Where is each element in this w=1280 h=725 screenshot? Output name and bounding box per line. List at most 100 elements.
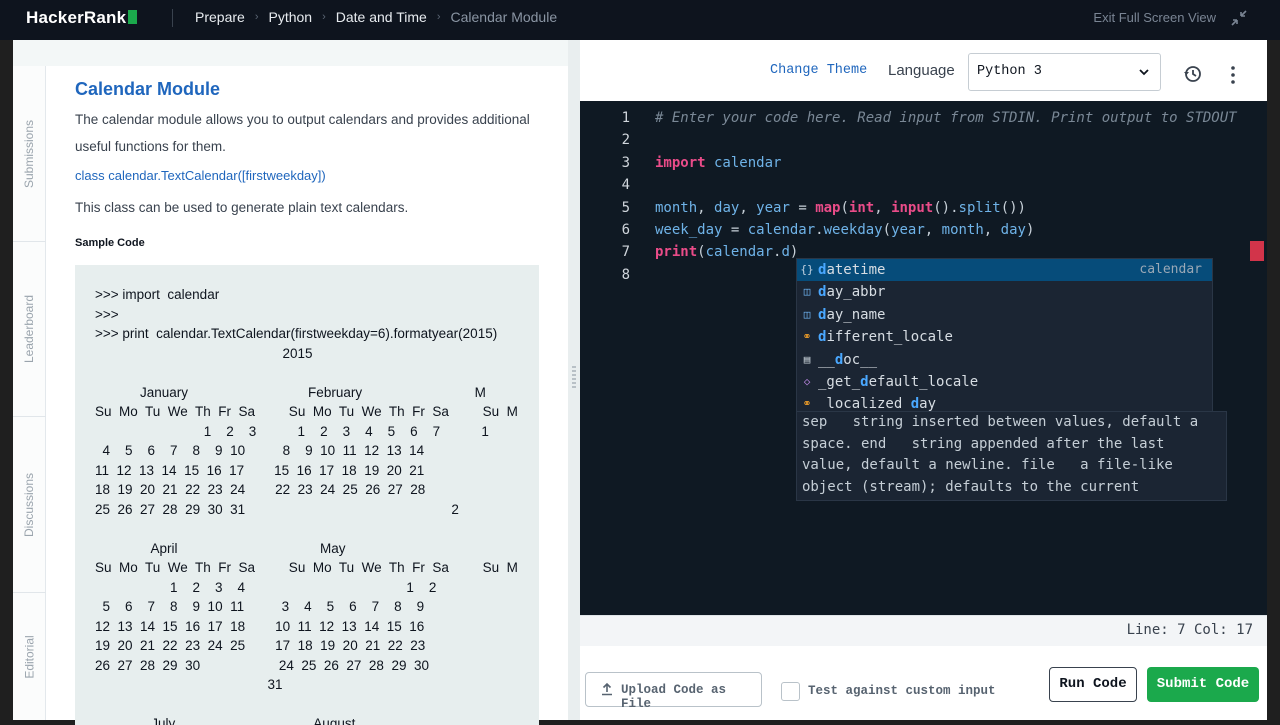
language-label: Language: [888, 62, 955, 79]
suggestion-item[interactable]: ⚭ different_locale: [797, 326, 1212, 348]
code-token: # Enter your code here. Read input from …: [655, 110, 1237, 126]
breadcrumb-python[interactable]: Python: [268, 9, 312, 25]
tab-submissions[interactable]: Submissions: [13, 66, 46, 242]
suggestion-detail: calendar: [1139, 262, 1202, 277]
suggestion-text: d: [860, 373, 869, 390]
topbar-divider: [172, 9, 173, 27]
code-text[interactable]: import calendar: [655, 152, 781, 174]
code-token: ,: [697, 199, 715, 216]
code-token: ,: [983, 221, 1001, 238]
chevron-right-icon: ›: [322, 11, 326, 23]
code-token: print: [655, 244, 698, 261]
tab-discussions[interactable]: Discussions: [13, 417, 46, 593]
suggestion-text: _localized_: [818, 396, 911, 413]
error-marker: [1250, 241, 1264, 261]
run-code-button[interactable]: Run Code: [1049, 667, 1137, 702]
code-editor[interactable]: 1 # Enter your code here. Read input from…: [580, 101, 1267, 615]
tab-leaderboard[interactable]: Leaderboard: [13, 242, 46, 417]
chevron-right-icon: ›: [254, 11, 259, 23]
history-icon[interactable]: [1183, 64, 1203, 84]
code-token: map: [815, 199, 841, 216]
code-token: week_day: [655, 221, 723, 238]
code-token: (: [882, 221, 892, 238]
breadcrumb-date-and-time[interactable]: Date and Time: [336, 9, 427, 25]
language-value: Python 3: [977, 64, 1042, 79]
autocomplete-doc: sep string inserted between values, defa…: [796, 411, 1227, 501]
suggestion-item[interactable]: ▤ __doc__: [797, 349, 1212, 371]
exit-fullscreen-link[interactable]: Exit Full Screen View: [1093, 10, 1216, 25]
window-edge: [1267, 40, 1280, 720]
hackerrank-logo[interactable]: HackerRank: [26, 8, 138, 28]
code-text[interactable]: week_day = calendar.weekday(year, month,…: [655, 219, 1034, 241]
breadcrumb-current: Calendar Module: [450, 9, 558, 25]
class-icon: ⚭: [802, 330, 812, 344]
suggestion-text: efault_locale: [868, 373, 979, 390]
line-number: 5: [621, 199, 630, 216]
code-token: import: [655, 154, 706, 171]
code-token: calendar: [747, 221, 816, 238]
suggestion-text: ifferent_locale: [826, 329, 953, 346]
suggestion-text: ay_abbr: [826, 284, 886, 301]
code-token: ()): [1000, 199, 1026, 216]
code-token: =: [789, 199, 816, 216]
code-token: ,: [874, 199, 892, 216]
drag-handle-icon[interactable]: [572, 366, 576, 390]
problem-panel: Submissions Leaderboard Discussions Edit…: [13, 66, 568, 725]
code-token: year: [756, 199, 790, 216]
suggestion-item[interactable]: ◫ day_name: [797, 304, 1212, 326]
breadcrumb-prepare[interactable]: Prepare: [195, 9, 245, 25]
change-theme-button[interactable]: Change Theme: [770, 63, 867, 78]
upload-label: Upload Code as File: [621, 683, 727, 711]
code-text[interactable]: # Enter your code here. Read input from …: [655, 107, 1237, 129]
text-icon: ▤: [803, 352, 811, 366]
suggestion-text: ay_name: [826, 306, 886, 323]
code-text[interactable]: print(calendar.d): [655, 241, 798, 263]
code-token: day: [1000, 221, 1026, 238]
code-token: month: [655, 199, 698, 216]
code-token: split: [958, 199, 1001, 216]
line-number: 7: [621, 244, 630, 261]
class-description: This class can be used to generate plain…: [75, 200, 409, 215]
suggestion-item[interactable]: ◇ _get_default_locale: [797, 371, 1212, 393]
line-number: 2: [621, 132, 630, 149]
code-token: day: [714, 199, 740, 216]
suggestion-text: __: [818, 351, 835, 368]
code-text[interactable]: month, day, year = map(int, input().spli…: [655, 197, 1026, 219]
exit-fullscreen-icon[interactable]: [1230, 9, 1248, 27]
suggestion-item[interactable]: {} datetime calendar: [797, 259, 1212, 282]
line-number: 1: [621, 110, 630, 126]
language-select[interactable]: Python 3: [968, 53, 1161, 91]
class-link[interactable]: class calendar.TextCalendar([firstweekda…: [75, 168, 326, 183]
autocomplete-list[interactable]: {} datetime calendar ◫ day_abbr ◫ day_name ⚭ dif…: [796, 258, 1213, 415]
variable-icon: ◫: [803, 307, 811, 321]
code-token: (: [840, 199, 849, 216]
submit-code-button[interactable]: Submit Code: [1147, 667, 1259, 702]
tab-editorial[interactable]: Editorial: [13, 593, 46, 720]
custom-input-label[interactable]: Test against custom input: [808, 684, 996, 698]
code-token: month: [941, 221, 984, 238]
custom-input-checkbox[interactable]: [781, 682, 800, 701]
code-token: calendar: [705, 154, 782, 171]
breadcrumb: Prepare › Python › Date and Time › Calen…: [195, 9, 557, 25]
class-icon: ⚭: [802, 397, 812, 411]
suggestion-text: d: [910, 396, 920, 413]
more-options-icon[interactable]: [1229, 65, 1237, 85]
cursor-position: Line: 7 Col: 17: [1126, 622, 1253, 638]
method-icon: ◇: [803, 374, 811, 388]
code-token: =: [722, 221, 748, 238]
code-token: (: [697, 244, 706, 261]
code-token: .: [815, 221, 824, 238]
suggestion-text: oc__: [843, 351, 878, 368]
sample-code-heading: Sample Code: [75, 237, 145, 249]
suggestion-text: ay: [919, 396, 937, 413]
chevron-down-icon: [1139, 69, 1149, 76]
line-number: 4: [621, 177, 630, 194]
suggestion-text: _get_: [818, 373, 861, 390]
code-token: weekday: [823, 221, 883, 238]
variable-icon: ◫: [803, 285, 811, 299]
upload-code-button[interactable]: Upload Code as File: [585, 672, 762, 711]
line-number: 8: [621, 266, 630, 283]
code-token: ): [1025, 221, 1035, 238]
suggestion-item[interactable]: ◫ day_abbr: [797, 281, 1212, 303]
line-number: 3: [621, 154, 630, 171]
